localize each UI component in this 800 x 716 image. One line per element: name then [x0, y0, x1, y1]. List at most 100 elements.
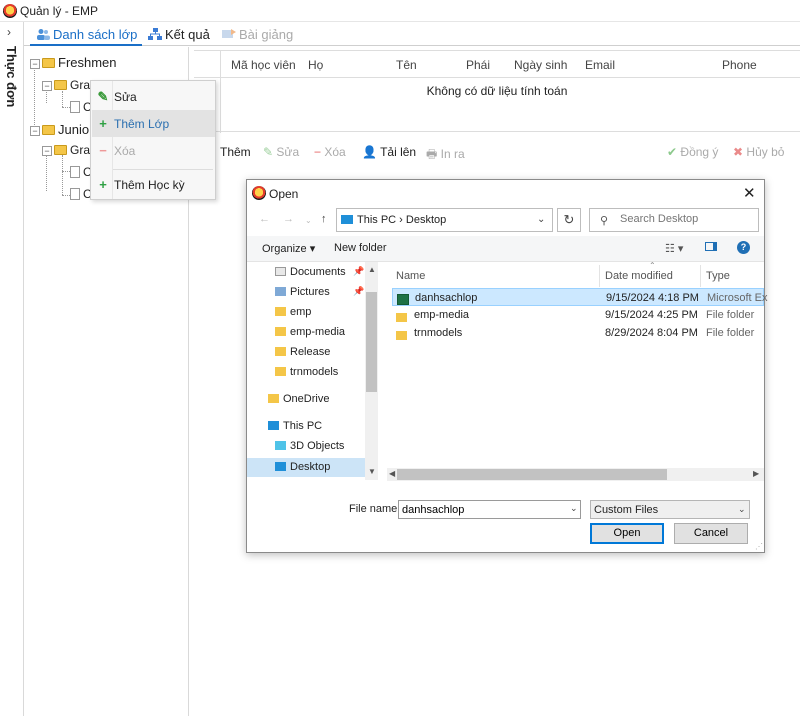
collapse-toggle-icon[interactable]: −: [42, 81, 52, 91]
tree-node-junior-class-2[interactable]: C: [70, 187, 92, 201]
file-type-value: Custom Files: [594, 504, 659, 516]
file-row[interactable]: danhsachlop 9/15/2024 4:18 PM Microsoft …: [392, 288, 768, 306]
pictures-icon: [275, 287, 286, 296]
grid-column-last-name[interactable]: Họ: [308, 58, 323, 72]
back-arrow-icon[interactable]: ←: [259, 213, 270, 225]
collapse-toggle-icon[interactable]: −: [30, 126, 40, 136]
file-date: 9/15/2024 4:18 PM: [606, 292, 699, 304]
tree-node-fresh-class[interactable]: C: [70, 100, 92, 114]
resize-grip-icon[interactable]: ⋰: [755, 542, 763, 551]
menu-rail-label: Thực đơn: [4, 46, 19, 108]
view-options-icon[interactable]: ☷ ▾: [665, 242, 683, 255]
lecture-icon: [222, 29, 236, 38]
file-row[interactable]: trnmodels 8/29/2024 8:04 PM File folder: [392, 324, 764, 342]
computer-icon: [341, 215, 353, 224]
computer-icon: [268, 421, 279, 430]
menu-item-add-semester[interactable]: + Thêm Học kỳ: [92, 171, 215, 198]
preview-pane-icon[interactable]: [705, 242, 717, 254]
nav-item-trnmodels[interactable]: trnmodels: [275, 366, 338, 378]
printer-icon: 🖶: [426, 147, 438, 161]
search-icon: ⚲: [600, 215, 609, 227]
menu-item-delete[interactable]: − Xóa: [92, 137, 215, 164]
nav-item-emp-media[interactable]: emp-media: [275, 326, 345, 338]
nav-item-emp[interactable]: emp: [275, 306, 311, 318]
column-date-modified[interactable]: Date modified: [605, 270, 673, 282]
tree-node-fresh-grade[interactable]: − Gra: [42, 78, 90, 92]
close-icon[interactable]: ✕: [743, 184, 756, 202]
tree-node-junior-grade[interactable]: − Gra: [42, 143, 90, 157]
grid-header: Mã học viên Họ Tên Phái Ngày sinh Email …: [194, 51, 800, 78]
tree-node-junior[interactable]: − Junior: [30, 122, 93, 137]
forward-arrow-icon[interactable]: →: [283, 213, 294, 225]
pin-icon: 📌: [353, 266, 365, 276]
nav-item-3d-objects[interactable]: 3D Objects: [275, 440, 344, 452]
up-arrow-icon[interactable]: ↑: [321, 213, 327, 225]
cancel-button[interactable]: Cancel: [674, 523, 748, 544]
navigation-pane: Documents 📌 Pictures 📌 emp emp-media Relea…: [247, 262, 378, 480]
scroll-left-icon[interactable]: ◀: [389, 469, 395, 478]
chevron-down-icon[interactable]: ⌄: [570, 503, 578, 514]
address-bar[interactable]: This PC › Desktop ⌄: [336, 208, 553, 232]
scroll-down-icon[interactable]: ▼: [368, 467, 376, 476]
grid-column-student-id[interactable]: Mã học viên: [231, 58, 296, 72]
tab-class-list[interactable]: Danh sách lớp: [30, 22, 142, 46]
scroll-right-icon[interactable]: ▶: [753, 469, 759, 478]
open-button[interactable]: Open: [590, 523, 664, 544]
menu-item-add-class[interactable]: + Thêm Lớp: [92, 110, 215, 137]
horizontal-scrollbar[interactable]: ◀ ▶: [387, 468, 764, 481]
scroll-thumb[interactable]: [397, 469, 667, 480]
accept-button[interactable]: ✔ Đồng ý: [667, 145, 718, 159]
new-folder-button[interactable]: New folder: [334, 242, 387, 254]
help-icon[interactable]: ?: [737, 241, 750, 254]
refresh-icon[interactable]: ↻: [557, 208, 581, 232]
cancel-edit-button[interactable]: ✖ Hủy bỏ: [733, 145, 784, 159]
document-icon: [70, 101, 80, 113]
nav-item-this-pc[interactable]: This PC: [268, 420, 322, 432]
grid-column-email[interactable]: Email: [585, 58, 615, 72]
column-type[interactable]: Type: [706, 270, 730, 282]
chevron-down-icon[interactable]: ⌄: [537, 214, 545, 225]
column-separator[interactable]: [700, 265, 701, 287]
context-menu: ✎ Sửa + Thêm Lớp − Xóa + Thêm Học kỳ: [90, 80, 216, 200]
menu-item-edit[interactable]: ✎ Sửa: [92, 83, 215, 110]
nav-item-pictures[interactable]: Pictures 📌: [275, 286, 364, 298]
file-name-input[interactable]: [398, 500, 581, 519]
nav-scrollbar[interactable]: ▲ ▼: [365, 262, 378, 480]
sort-indicator-icon: ⌃: [649, 261, 656, 270]
accept-button-label: Đồng ý: [680, 145, 719, 159]
scroll-up-icon[interactable]: ▲: [368, 265, 376, 274]
delete-button[interactable]: − Xóa: [314, 145, 346, 159]
chevron-right-icon[interactable]: ›: [7, 25, 11, 39]
collapse-toggle-icon[interactable]: −: [42, 146, 52, 156]
nav-item-label: Release: [290, 346, 331, 358]
scroll-thumb[interactable]: [366, 292, 377, 392]
edit-button[interactable]: ✎ Sửa: [263, 145, 299, 159]
nav-item-onedrive[interactable]: OneDrive: [268, 393, 329, 405]
nav-item-release[interactable]: Release: [275, 346, 330, 358]
nav-item-documents[interactable]: Documents 📌: [275, 266, 364, 278]
organize-button[interactable]: Organize ▾: [262, 242, 315, 255]
search-box[interactable]: ⚲: [589, 208, 759, 232]
tree-node-freshmen[interactable]: − Freshmen: [30, 55, 117, 70]
grid-column-gender[interactable]: Phái: [466, 58, 490, 72]
file-row[interactable]: emp-media 9/15/2024 4:25 PM File folder: [392, 306, 764, 324]
column-name[interactable]: Name: [396, 270, 425, 282]
column-separator[interactable]: [599, 265, 600, 287]
dialog-title: Open: [269, 187, 299, 201]
search-input[interactable]: [620, 213, 754, 225]
collapse-toggle-icon[interactable]: −: [30, 59, 40, 69]
nav-item-desktop[interactable]: Desktop: [247, 458, 365, 477]
recent-chevron-icon[interactable]: ⌄: [305, 216, 312, 225]
tree-node-junior-class-1[interactable]: C: [70, 165, 92, 179]
upload-button[interactable]: 👤 Tải lên: [362, 145, 416, 159]
grid-column-first-name[interactable]: Tên: [396, 58, 417, 72]
print-button[interactable]: 🖶 In ra: [426, 145, 465, 166]
file-type-select[interactable]: Custom Files ⌄: [590, 500, 750, 519]
tab-results[interactable]: Kết quả: [148, 22, 218, 46]
folder-icon: [42, 58, 55, 68]
menu-rail[interactable]: › Thực đơn: [0, 22, 24, 716]
add-button[interactable]: Thêm: [220, 145, 251, 159]
tab-lectures[interactable]: Bài giảng: [222, 22, 302, 46]
grid-column-phone[interactable]: Phone: [722, 58, 757, 72]
grid-column-birthdate[interactable]: Ngày sinh: [514, 58, 567, 72]
